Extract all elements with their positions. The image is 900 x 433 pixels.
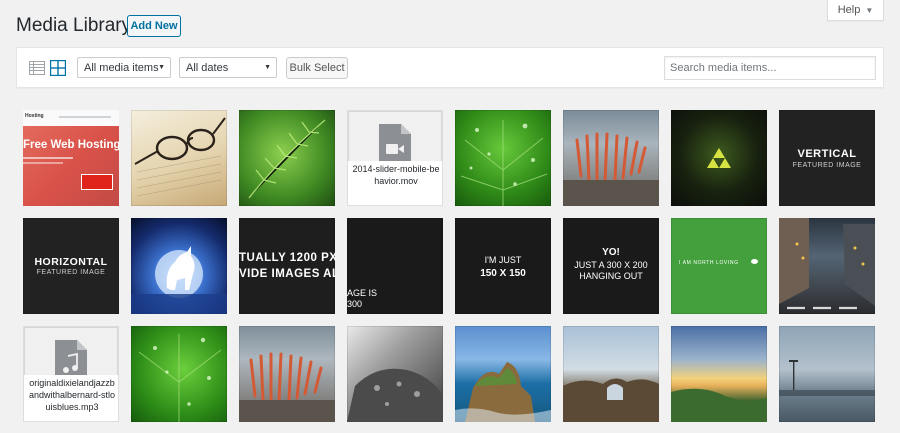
tile-subheading: 300 [347,299,363,309]
video-file-icon [379,124,411,164]
tile-subheading: JUST A 300 X 200 [574,260,648,270]
unicorn-image [131,246,227,314]
media-item-horizontal-featured[interactable]: HORIZONTAL FEATURED IMAGE [23,218,119,314]
media-item-glasses[interactable] [131,110,227,206]
media-type-filter[interactable]: All media items ▼ [77,57,171,78]
coral-image [239,352,335,422]
help-label: Help [837,4,861,16]
media-item-150[interactable]: I'M JUST 150 X 150 [455,218,551,314]
site-logo: Hosting [25,113,44,119]
tile-heading: I AM NORTH LOVING [679,260,739,266]
lake-image [779,360,875,396]
media-item-300x200[interactable]: YO! JUST A 300 X 200 HANGING OUT [563,218,659,314]
tile-subheading: VIDE IMAGES ALV [239,268,335,280]
tile-subheading: FEATURED IMAGE [792,162,862,169]
media-item-video-file[interactable]: 2014-slider-mobile-behavior.mov [347,110,443,206]
tile-heading: HORIZONTAL [34,256,108,268]
hero-cta [81,174,113,190]
media-item-coast[interactable] [455,326,551,422]
bird-icon [751,259,758,264]
tile-heading: TUALLY 1200 PX [239,252,335,264]
shore-image [563,378,659,422]
media-item-north-loving[interactable]: I AM NORTH LOVING [671,218,767,314]
audio-file-icon [55,340,87,380]
search-input[interactable] [664,56,876,80]
chevron-down-icon: ▼ [264,64,271,71]
media-item-sunset[interactable] [671,326,767,422]
rock-image [347,368,443,422]
glasses-image [134,117,226,197]
date-filter[interactable]: All dates ▼ [179,57,277,78]
hero-banner: Free Web Hosting [23,126,119,206]
media-item-leaf-drops[interactable] [455,110,551,206]
media-item-web-hosting[interactable]: Hosting Free Web Hosting [23,110,119,206]
file-name: originaldixielandjazzbandwithalbernard-s… [24,375,118,421]
media-item-unicorn[interactable] [131,218,227,314]
chevron-down-icon: ▼ [865,5,874,15]
tile-heading: I'M JUST [484,255,522,265]
site-header: Hosting [23,110,119,127]
coral-image [563,132,659,206]
media-item-fern[interactable] [239,110,335,206]
bulk-select-button[interactable]: Bulk Select [286,57,348,79]
media-item-bw-rock[interactable] [347,326,443,422]
media-item-foggy-lake[interactable] [779,326,875,422]
tile-caption: HANGING OUT [579,271,643,281]
media-item-triforce[interactable] [671,110,767,206]
page-title: Media Library [16,15,132,36]
leaf-image [138,334,222,422]
sunset-image [671,388,767,422]
media-item-vertical-featured[interactable]: VERTICAL FEATURED IMAGE [779,110,875,206]
list-view-icon[interactable] [29,60,45,76]
tile-subheading: FEATURED IMAGE [36,269,106,276]
grid-view-icon[interactable] [49,59,67,77]
date-value: All dates [186,61,229,74]
file-name: 2014-slider-mobile-behavior.mov [348,161,442,205]
media-item-image-300[interactable]: AGE IS 300 [347,218,443,314]
tile-subheading: 150 X 150 [480,268,526,279]
media-item-wide-images[interactable]: TUALLY 1200 PX VIDE IMAGES ALV [239,218,335,314]
media-toolbar: All media items ▼ All dates ▼ Bulk Selec… [16,47,884,88]
media-item-city-street[interactable] [779,218,875,314]
media-item-coral-2[interactable] [239,326,335,422]
help-tab[interactable]: Help ▼ [827,0,884,21]
hero-headline: Free Web Hosting [23,139,119,151]
triforce-icon [707,148,731,168]
chevron-down-icon: ▼ [158,64,165,71]
media-item-coral[interactable] [563,110,659,206]
tile-heading: AGE IS [347,288,378,298]
coast-image [455,362,551,422]
tile-heading: VERTICAL [797,148,857,160]
media-type-value: All media items [84,61,159,74]
leaf-image [460,120,548,206]
media-item-rocky-shore[interactable] [563,326,659,422]
tile-heading: YO! [602,247,620,258]
fern-image [248,119,326,199]
media-item-leaf-drops-2[interactable] [131,326,227,422]
media-item-audio-file[interactable]: originaldixielandjazzbandwithalbernard-s… [23,326,119,422]
city-image [779,218,875,310]
add-new-button[interactable]: Add New [127,15,181,37]
